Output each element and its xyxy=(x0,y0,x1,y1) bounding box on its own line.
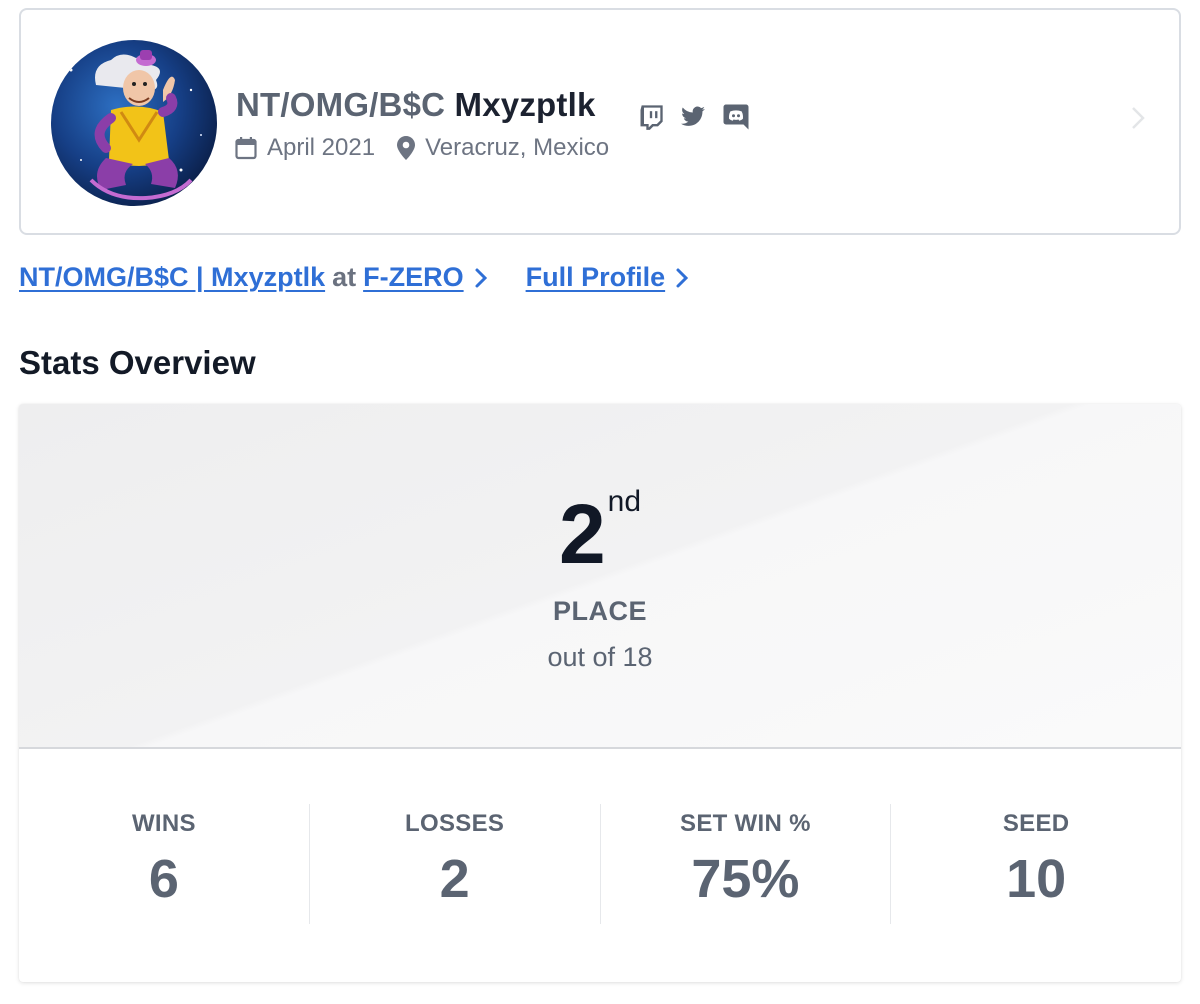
chevron-right-icon[interactable] xyxy=(474,267,488,289)
profile-card[interactable]: NT/OMG/B$C Mxyzptlk April 2021 Veracruz,… xyxy=(19,8,1181,235)
stat-label: SET WIN % xyxy=(680,810,811,837)
joined-date: April 2021 xyxy=(267,134,376,161)
profile-meta: April 2021 Veracruz, Mexico xyxy=(235,134,631,162)
stats-row: WINS 6 LOSSES 2 SET WIN % 75% SEED 10 xyxy=(19,804,1181,924)
stat-value: 6 xyxy=(148,849,179,909)
twitch-icon[interactable] xyxy=(637,103,665,131)
player-event-link[interactable]: NT/OMG/B$C | Mxyzptlk xyxy=(19,262,325,293)
stat-losses: LOSSES 2 xyxy=(308,804,600,924)
location-text: Veracruz, Mexico xyxy=(425,134,610,161)
team-prefix: NT/OMG/B$C xyxy=(236,86,446,123)
avatar xyxy=(51,40,217,206)
game-link[interactable]: F-ZERO xyxy=(363,262,464,293)
stat-value: 10 xyxy=(1006,849,1067,909)
stat-label: SEED xyxy=(1002,810,1070,837)
stat-value: 2 xyxy=(439,849,470,909)
place-label: PLACE xyxy=(552,596,647,626)
avatar-image xyxy=(69,50,202,201)
place-suffix: nd xyxy=(607,485,642,518)
chevron-right-icon[interactable] xyxy=(675,267,689,289)
profile-links: NT/OMG/B$C | Mxyzptlk at F-ZERO Full Pro… xyxy=(19,262,727,293)
stat-set-win-percent: SET WIN % 75% xyxy=(599,804,891,924)
placement-value: 2nd xyxy=(19,485,1181,576)
stats-card: 2nd PLACE out of 18 WINS 6 LOSSES 2 SET … xyxy=(19,404,1181,982)
twitter-icon[interactable] xyxy=(679,104,707,130)
stat-wins: WINS 6 xyxy=(19,804,309,924)
section-title: Stats Overview xyxy=(19,344,256,381)
stat-value: 75% xyxy=(691,849,800,909)
stat-label: WINS xyxy=(131,810,196,837)
calendar-icon xyxy=(235,136,257,160)
placement-panel: 2nd PLACE out of 18 xyxy=(19,404,1181,749)
discord-icon[interactable] xyxy=(721,102,751,132)
social-links xyxy=(637,102,751,132)
stat-label: LOSSES xyxy=(405,810,505,837)
stat-seed: SEED 10 xyxy=(890,804,1181,924)
full-profile-link[interactable]: Full Profile xyxy=(526,262,666,293)
player-handle: NT/OMG/B$C Mxyzptlk xyxy=(236,86,596,124)
entrant-count: out of 18 xyxy=(547,642,653,672)
location-pin-icon xyxy=(397,136,416,160)
player-name: Mxyzptlk xyxy=(454,86,596,123)
chevron-right-icon[interactable] xyxy=(1131,106,1145,135)
place-number: 2 xyxy=(558,487,606,581)
at-text: at xyxy=(332,262,357,292)
